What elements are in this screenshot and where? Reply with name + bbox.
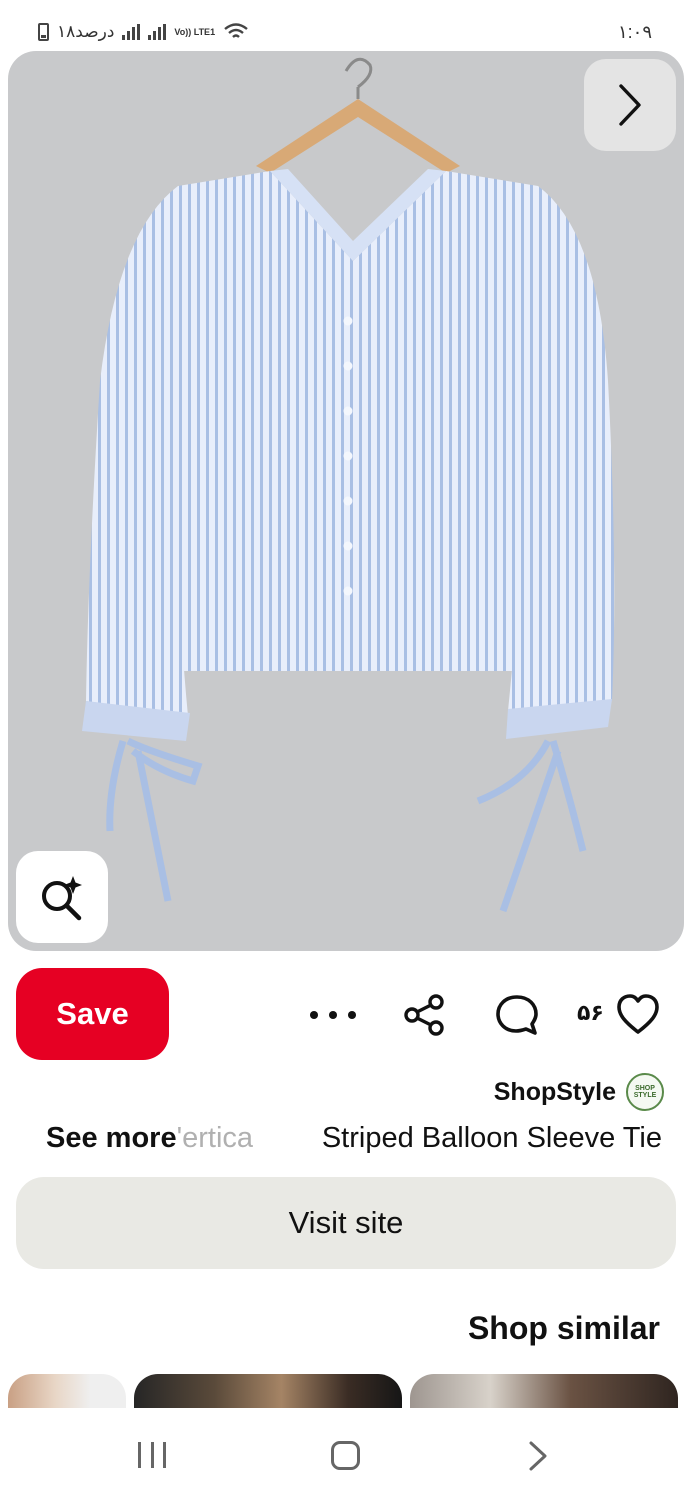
source-name[interactable]: ShopStyle bbox=[494, 1078, 616, 1107]
product-image[interactable] bbox=[8, 51, 684, 951]
see-more-link[interactable]: See more bbox=[46, 1122, 177, 1154]
like-count: ۵۶ bbox=[577, 1000, 604, 1025]
comment-button[interactable] bbox=[493, 990, 541, 1040]
next-image-button[interactable] bbox=[584, 59, 676, 151]
pin-title: Striped Balloon Sleeve Tie bbox=[317, 1122, 662, 1155]
sparkle-search-icon bbox=[42, 876, 82, 921]
save-button[interactable]: Save bbox=[16, 968, 169, 1060]
status-left: ۱۸درصد Vo)) LTE1 bbox=[38, 22, 249, 42]
visit-site-button[interactable]: Visit site bbox=[16, 1177, 676, 1269]
pin-source[interactable]: ShopStyle SHOP STYLE bbox=[494, 1073, 664, 1111]
shop-similar-heading: Shop similar bbox=[467, 1310, 660, 1346]
network-label: Vo)) LTE1 bbox=[174, 26, 216, 37]
home-button[interactable] bbox=[331, 1441, 360, 1470]
status-bar: ۱۸درصد Vo)) LTE1 ۱:۰۹ bbox=[0, 0, 692, 50]
like-button[interactable] bbox=[615, 990, 661, 1040]
signal-icon-2 bbox=[148, 24, 167, 40]
signal-icon bbox=[122, 24, 141, 40]
description-fade-text: 'ertica bbox=[176, 1122, 254, 1154]
recents-button[interactable] bbox=[138, 1442, 166, 1468]
source-logo[interactable]: SHOP STYLE bbox=[626, 1073, 664, 1111]
wifi-icon bbox=[224, 23, 248, 38]
more-horizontal-icon bbox=[310, 1011, 318, 1019]
system-navigation-bar bbox=[0, 1408, 692, 1500]
share-icon bbox=[404, 994, 444, 1036]
blouse-illustration bbox=[82, 57, 615, 913]
battery-icon bbox=[38, 23, 49, 41]
heart-icon bbox=[617, 994, 659, 1034]
share-button[interactable] bbox=[402, 990, 448, 1040]
back-button[interactable] bbox=[526, 1440, 550, 1472]
pin-description[interactable]: See more'ertica Striped Balloon Sleeve T… bbox=[46, 1122, 662, 1162]
comment-icon bbox=[496, 995, 538, 1035]
visual-search-button[interactable] bbox=[16, 851, 108, 943]
chevron-right-icon bbox=[619, 84, 641, 126]
battery-percent: ۱۸درصد bbox=[57, 22, 115, 41]
more-options-button[interactable] bbox=[310, 995, 356, 1035]
clock: ۱:۰۹ bbox=[617, 22, 652, 42]
